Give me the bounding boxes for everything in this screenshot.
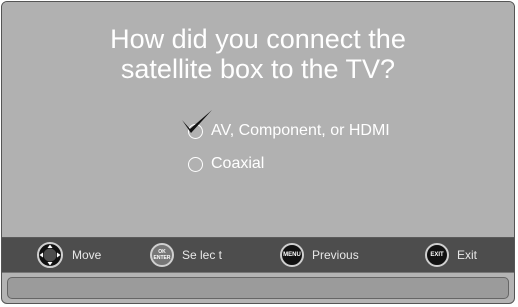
move-control: Move: [36, 238, 101, 272]
exit-control[interactable]: EXIT Exit: [425, 238, 477, 272]
dpad-icon: [37, 242, 63, 268]
enter-text: ENTER: [153, 255, 171, 261]
option-av-component-hdmi[interactable]: AV, Component, or HDMI: [182, 110, 390, 140]
remote-controls-bar: Move OK ENTER Se lec t MENU Previous EXI…: [2, 238, 514, 273]
ok-enter-icon[interactable]: OK ENTER: [150, 243, 174, 267]
previous-control[interactable]: MENU Previous: [280, 238, 359, 272]
setup-panel: How did you connect the satellite box to…: [2, 2, 514, 238]
question-line-1: How did you connect the: [110, 24, 406, 54]
message-bar: [7, 277, 509, 299]
exit-button-icon[interactable]: EXIT: [425, 243, 449, 267]
move-label: Move: [72, 248, 102, 262]
option-label: Coaxial: [211, 155, 265, 172]
option-label: AV, Component, or HDMI: [211, 122, 390, 139]
menu-button-icon[interactable]: MENU: [280, 243, 304, 267]
previous-label: Previous: [312, 248, 359, 262]
checkmark-icon: [182, 110, 212, 133]
radio-coaxial[interactable]: [188, 156, 203, 172]
select-control[interactable]: OK ENTER Se lec t: [150, 238, 222, 272]
question-line-2: satellite box to the TV?: [120, 54, 396, 84]
select-label: Se lec t: [182, 248, 223, 262]
tv-screen: How did you connect the satellite box to…: [1, 1, 515, 304]
option-coaxial[interactable]: Coaxial: [188, 155, 264, 173]
exit-label: Exit: [457, 248, 478, 262]
setup-question: How did you connect the satellite box to…: [2, 24, 514, 84]
